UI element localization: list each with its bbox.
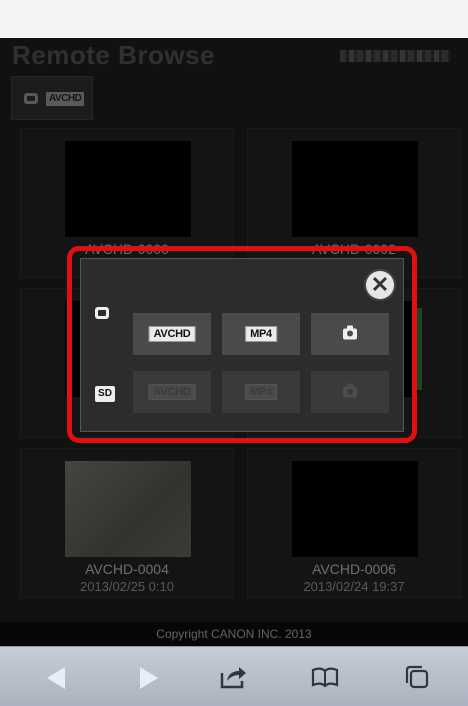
mp4-label: MP4 [245, 326, 277, 342]
share-icon[interactable] [218, 663, 248, 691]
close-button[interactable]: ✕ [366, 271, 394, 299]
forward-icon[interactable] [140, 667, 158, 689]
internal-memory-icon [95, 307, 109, 319]
tabs-icon[interactable] [402, 663, 432, 691]
sd-photo-button [311, 371, 389, 413]
camera-icon [343, 325, 357, 340]
mp4-label: MP4 [245, 384, 277, 400]
avchd-label: AVCHD [148, 326, 196, 342]
sd-card-icon: SD [95, 386, 115, 402]
internal-avchd-button[interactable]: AVCHD [133, 313, 211, 355]
sd-avchd-button: AVCHD [133, 371, 211, 413]
status-bar [0, 0, 468, 38]
back-icon[interactable] [47, 667, 65, 689]
internal-mp4-button[interactable]: MP4 [222, 313, 300, 355]
avchd-label: AVCHD [148, 384, 196, 400]
media-select-dialog: ✕ AVCHD MP4 SD AVCHD MP4 [80, 258, 404, 432]
browser-toolbar [0, 646, 468, 706]
bookmarks-icon[interactable] [310, 663, 340, 691]
internal-photo-button[interactable] [311, 313, 389, 355]
sd-mp4-button: MP4 [222, 371, 300, 413]
camera-icon [343, 383, 357, 398]
